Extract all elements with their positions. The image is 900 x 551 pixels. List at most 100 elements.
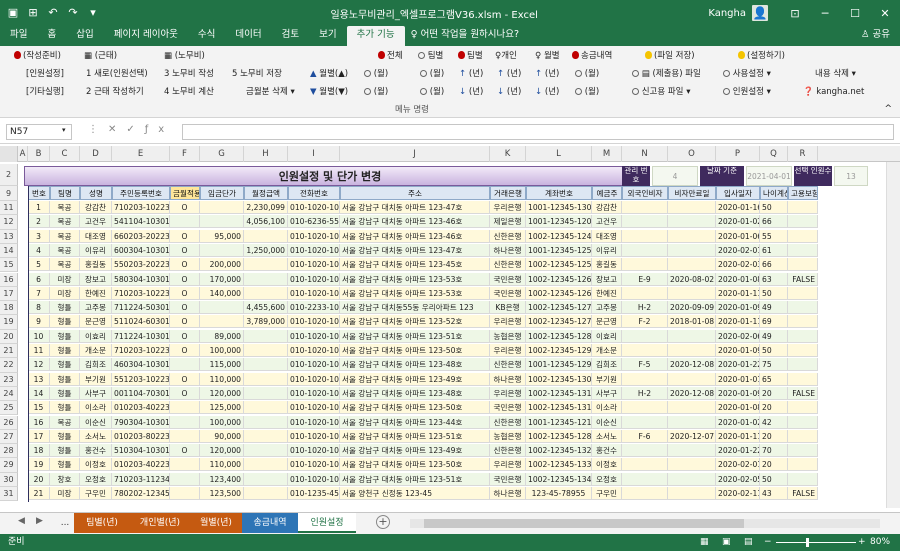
maximize-icon[interactable]: ☐ — [840, 7, 870, 20]
table-cell[interactable]: 서울 강남구 대치동 아파트 123-47호 — [340, 201, 490, 214]
tab-page-layout[interactable]: 페이지 레이아웃 — [104, 26, 188, 46]
table-cell[interactable]: 목공 — [50, 215, 80, 229]
column-header[interactable]: G — [200, 146, 244, 162]
collapse-ribbon-icon[interactable]: ^ — [884, 104, 892, 114]
formula-input[interactable] — [182, 124, 894, 140]
table-cell[interactable] — [244, 415, 288, 429]
table-cell[interactable]: 서울 강남구 대치동 아파트 123-53호 — [340, 272, 490, 286]
table-cell[interactable]: 90,000 — [200, 429, 244, 443]
table-cell[interactable] — [244, 472, 288, 486]
table-cell[interactable]: 010-1020-1019 — [288, 429, 340, 443]
table-cell[interactable]: 010-2233-1015 — [288, 301, 340, 315]
table-cell[interactable]: 50 — [760, 344, 788, 357]
table-cell[interactable]: 580304-1030117 — [112, 272, 170, 286]
table-cell[interactable]: 서울 강남구 대치동 아파트 123-45호 — [340, 258, 490, 272]
table-cell[interactable]: 고주몽 — [80, 301, 112, 315]
table-cell[interactable]: 2020-01-11 — [716, 315, 760, 329]
minimize-icon[interactable]: ─ — [810, 7, 840, 20]
table-cell[interactable] — [788, 301, 818, 315]
table-cell[interactable]: 20 — [760, 458, 788, 472]
table-cell[interactable]: 20 — [760, 429, 788, 443]
table-cell[interactable]: 9 — [28, 315, 50, 329]
namebox-dropdown-icon[interactable]: ▾ — [62, 126, 66, 134]
wage-save-button[interactable]: 5 노무비 저장 — [232, 68, 282, 80]
column-header[interactable]: B — [28, 146, 50, 162]
table-cell[interactable]: 711224-1030120 — [112, 329, 170, 343]
table-cell[interactable]: 대조영 — [80, 229, 112, 243]
table-cell[interactable]: 형틀 — [50, 301, 80, 315]
table-cell[interactable] — [788, 258, 818, 272]
table-cell[interactable]: 13 — [28, 372, 50, 386]
table-cell[interactable] — [668, 243, 716, 257]
file-save-button[interactable]: (파일 저장) — [645, 50, 695, 62]
table-cell[interactable] — [622, 458, 668, 472]
table-cell[interactable]: 5 — [28, 258, 50, 272]
table-cell[interactable]: 고건우 — [80, 215, 112, 229]
table-cell[interactable] — [668, 286, 716, 300]
tab-scroll-right-icon[interactable]: ▶ — [36, 516, 43, 526]
table-cell[interactable]: H-2 — [622, 386, 668, 400]
table-cell[interactable]: 형틀 — [50, 344, 80, 357]
table-cell[interactable] — [244, 372, 288, 386]
table-cell[interactable]: 2020-01-09 — [716, 301, 760, 315]
table-cell[interactable]: 서울 강남구 대치동 아파트 123-48호 — [340, 358, 490, 372]
table-cell[interactable]: 홍건수 — [592, 444, 622, 458]
table-cell[interactable]: O — [170, 229, 200, 243]
table-cell[interactable]: 2020-01-02 — [716, 415, 760, 429]
table-cell[interactable]: 010-6236-5544 — [288, 215, 340, 229]
user-name[interactable]: Kangha — [708, 8, 746, 19]
table-cell[interactable]: 1,250,000 — [244, 243, 288, 257]
table-cell[interactable]: 010-1020-1021 — [288, 329, 340, 343]
table-cell[interactable] — [170, 487, 200, 500]
table-cell[interactable] — [622, 286, 668, 300]
table-cell[interactable]: 2020-01-11 — [716, 286, 760, 300]
table-cell[interactable] — [622, 243, 668, 257]
attendance-write-button[interactable]: 2 근태 작성하기 — [86, 86, 144, 98]
table-cell[interactable]: 55 — [760, 229, 788, 243]
avatar[interactable]: 👤 — [752, 5, 768, 21]
vertical-scrollbar[interactable] — [886, 162, 900, 508]
table-cell[interactable] — [200, 215, 244, 229]
table-cell[interactable]: 600304-1030116 — [112, 243, 170, 257]
table-cell[interactable] — [668, 344, 716, 357]
table-cell[interactable]: 이정호 — [592, 458, 622, 472]
table-cell[interactable]: 하나은행 — [490, 243, 526, 257]
table-cell[interactable]: 우리은행 — [490, 201, 526, 214]
table-cell[interactable]: 문근영 — [80, 315, 112, 329]
table-cell[interactable]: 11 — [28, 344, 50, 357]
table-cell[interactable] — [788, 458, 818, 472]
table-cell[interactable]: 3 — [28, 229, 50, 243]
table-cell[interactable]: 3,789,000 — [244, 315, 288, 329]
table-cell[interactable]: 115,000 — [200, 358, 244, 372]
table-cell[interactable]: 서울 양천구 신정동 123-45 — [340, 487, 490, 500]
table-cell[interactable] — [170, 458, 200, 472]
table-cell[interactable]: H-2 — [622, 301, 668, 315]
sheet-tab-personnel[interactable]: 인원설정 — [298, 513, 356, 533]
table-cell[interactable] — [244, 272, 288, 286]
table-cell[interactable]: 형틀 — [50, 429, 80, 443]
table-cell[interactable]: 460304-1030120 — [112, 358, 170, 372]
table-cell[interactable]: 1002-12345-127 — [526, 315, 592, 329]
sheet-tab-month-year[interactable]: 월별(년) — [190, 513, 242, 533]
table-cell[interactable]: 이소라 — [592, 401, 622, 415]
column-header[interactable]: A — [18, 146, 28, 162]
table-cell[interactable]: 개소문 — [592, 344, 622, 357]
column-header[interactable]: J — [340, 146, 490, 162]
zoom-level[interactable]: 80% — [870, 534, 890, 551]
table-cell[interactable] — [668, 229, 716, 243]
row-header[interactable]: 15 — [0, 258, 18, 273]
table-cell[interactable] — [622, 344, 668, 357]
table-cell[interactable]: 한예진 — [592, 286, 622, 300]
table-cell[interactable]: 010203-4022341 — [112, 401, 170, 415]
table-cell[interactable]: 2020-12-08 — [668, 386, 716, 400]
monthly-button[interactable]: ♀ 월별 — [535, 50, 560, 62]
opt-r2-6[interactable]: (월) — [575, 68, 599, 80]
table-cell[interactable]: 70 — [760, 444, 788, 458]
table-cell[interactable]: 서울 강남구 대치동 아파트 123-53호 — [340, 286, 490, 300]
table-cell[interactable]: 2018-01-08 — [668, 315, 716, 329]
table-cell[interactable]: 6 — [28, 272, 50, 286]
table-cell[interactable]: 형틀 — [50, 315, 80, 329]
row-header[interactable]: 21 — [0, 344, 18, 359]
table-cell[interactable]: O — [170, 315, 200, 329]
table-cell[interactable]: O — [170, 386, 200, 400]
